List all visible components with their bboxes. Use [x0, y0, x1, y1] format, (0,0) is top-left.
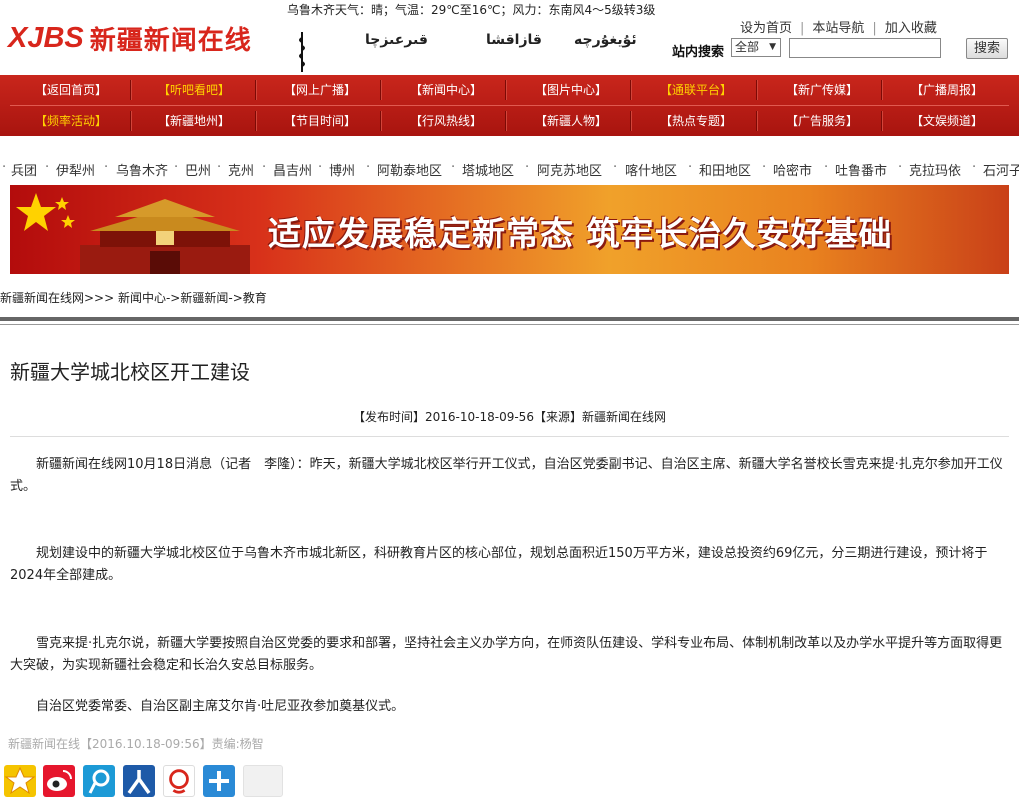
nav-row-2: 【频率活动】 【新疆地州】 【节目时间】 【行风热线】 【新疆人物】 【热点专题… [0, 106, 1019, 136]
qzone-icon[interactable] [4, 765, 36, 797]
region-link[interactable]: 克拉玛依 [909, 160, 961, 179]
nav-item-frequency-events[interactable]: 【频率活动】 [35, 106, 107, 136]
flag-stars-icon [16, 193, 75, 231]
region-link[interactable]: 博州 [329, 160, 355, 179]
nav-item-news-center[interactable]: 【新闻中心】 [410, 75, 482, 105]
divider [0, 317, 1019, 321]
nav-item-schedule[interactable]: 【节目时间】 [284, 106, 356, 136]
nav-item-entertainment[interactable]: 【文娱频道】 [911, 106, 983, 136]
divider [0, 324, 1019, 325]
nav-item-photo-center[interactable]: 【图片中心】 [535, 75, 607, 105]
banner-slogan: 适应发展稳定新常态 筑牢长治久安好基础 [268, 214, 893, 253]
nav-item-online-radio[interactable]: 【网上广播】 [284, 75, 356, 105]
nav-item-xinguang-media[interactable]: 【新广传媒】 [786, 75, 858, 105]
add-favorite-link[interactable]: 加入收藏 [885, 21, 937, 36]
search-input[interactable] [789, 38, 941, 58]
tencent-weibo-icon[interactable] [83, 765, 115, 797]
article-paragraph: 规划建设中的新疆大学城北校区位于乌鲁木齐市城北新区，科研教育片区的核心部位，规划… [10, 546, 988, 583]
region-link[interactable]: 喀什地区 [625, 160, 677, 179]
region-link[interactable]: 克州 [228, 160, 254, 179]
weibo-icon[interactable] [43, 765, 75, 797]
search-button[interactable]: 搜索 [966, 38, 1008, 59]
region-links: · 兵团 · 伊犁州 · 乌鲁木齐 · 巴州 · 克州 · 昌吉州 · 博州 · 阿勒泰地区 ·… [0, 160, 1019, 179]
tiananmen-illustration [80, 199, 250, 274]
search-scope-value: 全部 [735, 40, 760, 54]
region-link[interactable]: 昌吉州 [273, 160, 312, 179]
share-count-box[interactable] [243, 765, 283, 797]
article-paragraph: 自治区党委常委、自治区副主席艾尔肯·吐尼亚孜参加奠基仪式。 [36, 699, 405, 714]
nav-item-listen-watch[interactable]: 【听吧看吧】 [158, 75, 230, 105]
site-logo[interactable]: XJBS 新疆新闻在线 [8, 21, 252, 56]
kazakh-language-link[interactable]: قازاقشا [486, 32, 542, 48]
site-nav-link[interactable]: 本站导航 [812, 21, 864, 36]
uyghur-language-link[interactable]: ئۇيغۇرچە [574, 32, 637, 48]
region-link[interactable]: 阿克苏地区 [537, 160, 602, 179]
divider [10, 436, 1009, 437]
banner[interactable]: 适应发展稳定新常态 筑牢长治久安好基础 [10, 185, 1009, 274]
region-link[interactable]: 塔城地区 [462, 160, 514, 179]
search-scope-select[interactable]: 全部 ▼ [731, 38, 781, 57]
region-link[interactable]: 巴州 [185, 160, 211, 179]
chevron-down-icon: ▼ [769, 42, 776, 52]
more-share-icon[interactable] [203, 765, 235, 797]
region-link[interactable]: 石河子 [983, 160, 1019, 179]
region-link[interactable]: 和田地区 [699, 160, 751, 179]
nav-item-prefectures[interactable]: 【新疆地州】 [158, 106, 230, 136]
article-paragraph: 雪克来提·扎克尔说，新疆大学要按照自治区党委的要求和部署，坚持社会主义办学方向，… [10, 636, 1003, 673]
article-footer: 新疆新闻在线【2016.10.18-09:56】责编:杨智 [8, 737, 264, 751]
top-links: 设为首页 | 本站导航 | 加入收藏 [740, 21, 937, 36]
nav-item-ad-services[interactable]: 【广告服务】 [786, 106, 858, 136]
search-label: 站内搜索 [672, 45, 725, 60]
nav-item-people[interactable]: 【新疆人物】 [535, 106, 607, 136]
article-title: 新疆大学城北校区开工建设 [10, 360, 250, 384]
main-nav: 【返回首页】 【听吧看吧】 【网上广播】 【新闻中心】 【图片中心】 【通联平台… [0, 75, 1019, 136]
nav-row-1: 【返回首页】 【听吧看吧】 【网上广播】 【新闻中心】 【图片中心】 【通联平台… [0, 75, 1019, 105]
kaixin-icon[interactable] [163, 765, 195, 797]
nav-item-contact-platform[interactable]: 【通联平台】 [660, 75, 732, 105]
nav-item-home[interactable]: 【返回首页】 [35, 75, 107, 105]
article-paragraph: 新疆新闻在线网10月18日消息（记者 李隆）：昨天，新疆大学城北校区举行开工仪式… [10, 457, 1003, 494]
set-homepage-link[interactable]: 设为首页 [740, 21, 792, 36]
region-link[interactable]: 乌鲁木齐 [116, 160, 168, 179]
mongolian-language-link[interactable] [296, 30, 308, 74]
region-link[interactable]: 兵团 [11, 160, 37, 179]
kyrgyz-language-link[interactable]: قىرعىزچا [365, 32, 428, 48]
nav-item-radio-weekly[interactable]: 【广播周报】 [911, 75, 983, 105]
article-meta: 【发布时间】2016-10-18-09-56【来源】新疆新闻在线网 [353, 410, 666, 424]
region-link[interactable]: 吐鲁番市 [835, 160, 887, 179]
logo-cn: 新疆新闻在线 [89, 25, 252, 56]
region-link[interactable]: 哈密市 [773, 160, 812, 179]
renren-icon[interactable] [123, 765, 155, 797]
weather-info: 乌鲁木齐天气：晴；气温：29℃至16℃；风力：东南风4～5级转3级 [287, 3, 656, 17]
region-link[interactable]: 阿勒泰地区 [377, 160, 442, 179]
logo-en: XJBS [8, 21, 84, 54]
region-link[interactable]: 伊犁州 [56, 160, 95, 179]
nav-item-special-topics[interactable]: 【热点专题】 [660, 106, 732, 136]
breadcrumb[interactable]: 新疆新闻在线网>>> 新闻中心->新疆新闻->教育 [0, 289, 267, 306]
nav-item-hotline[interactable]: 【行风热线】 [410, 106, 482, 136]
